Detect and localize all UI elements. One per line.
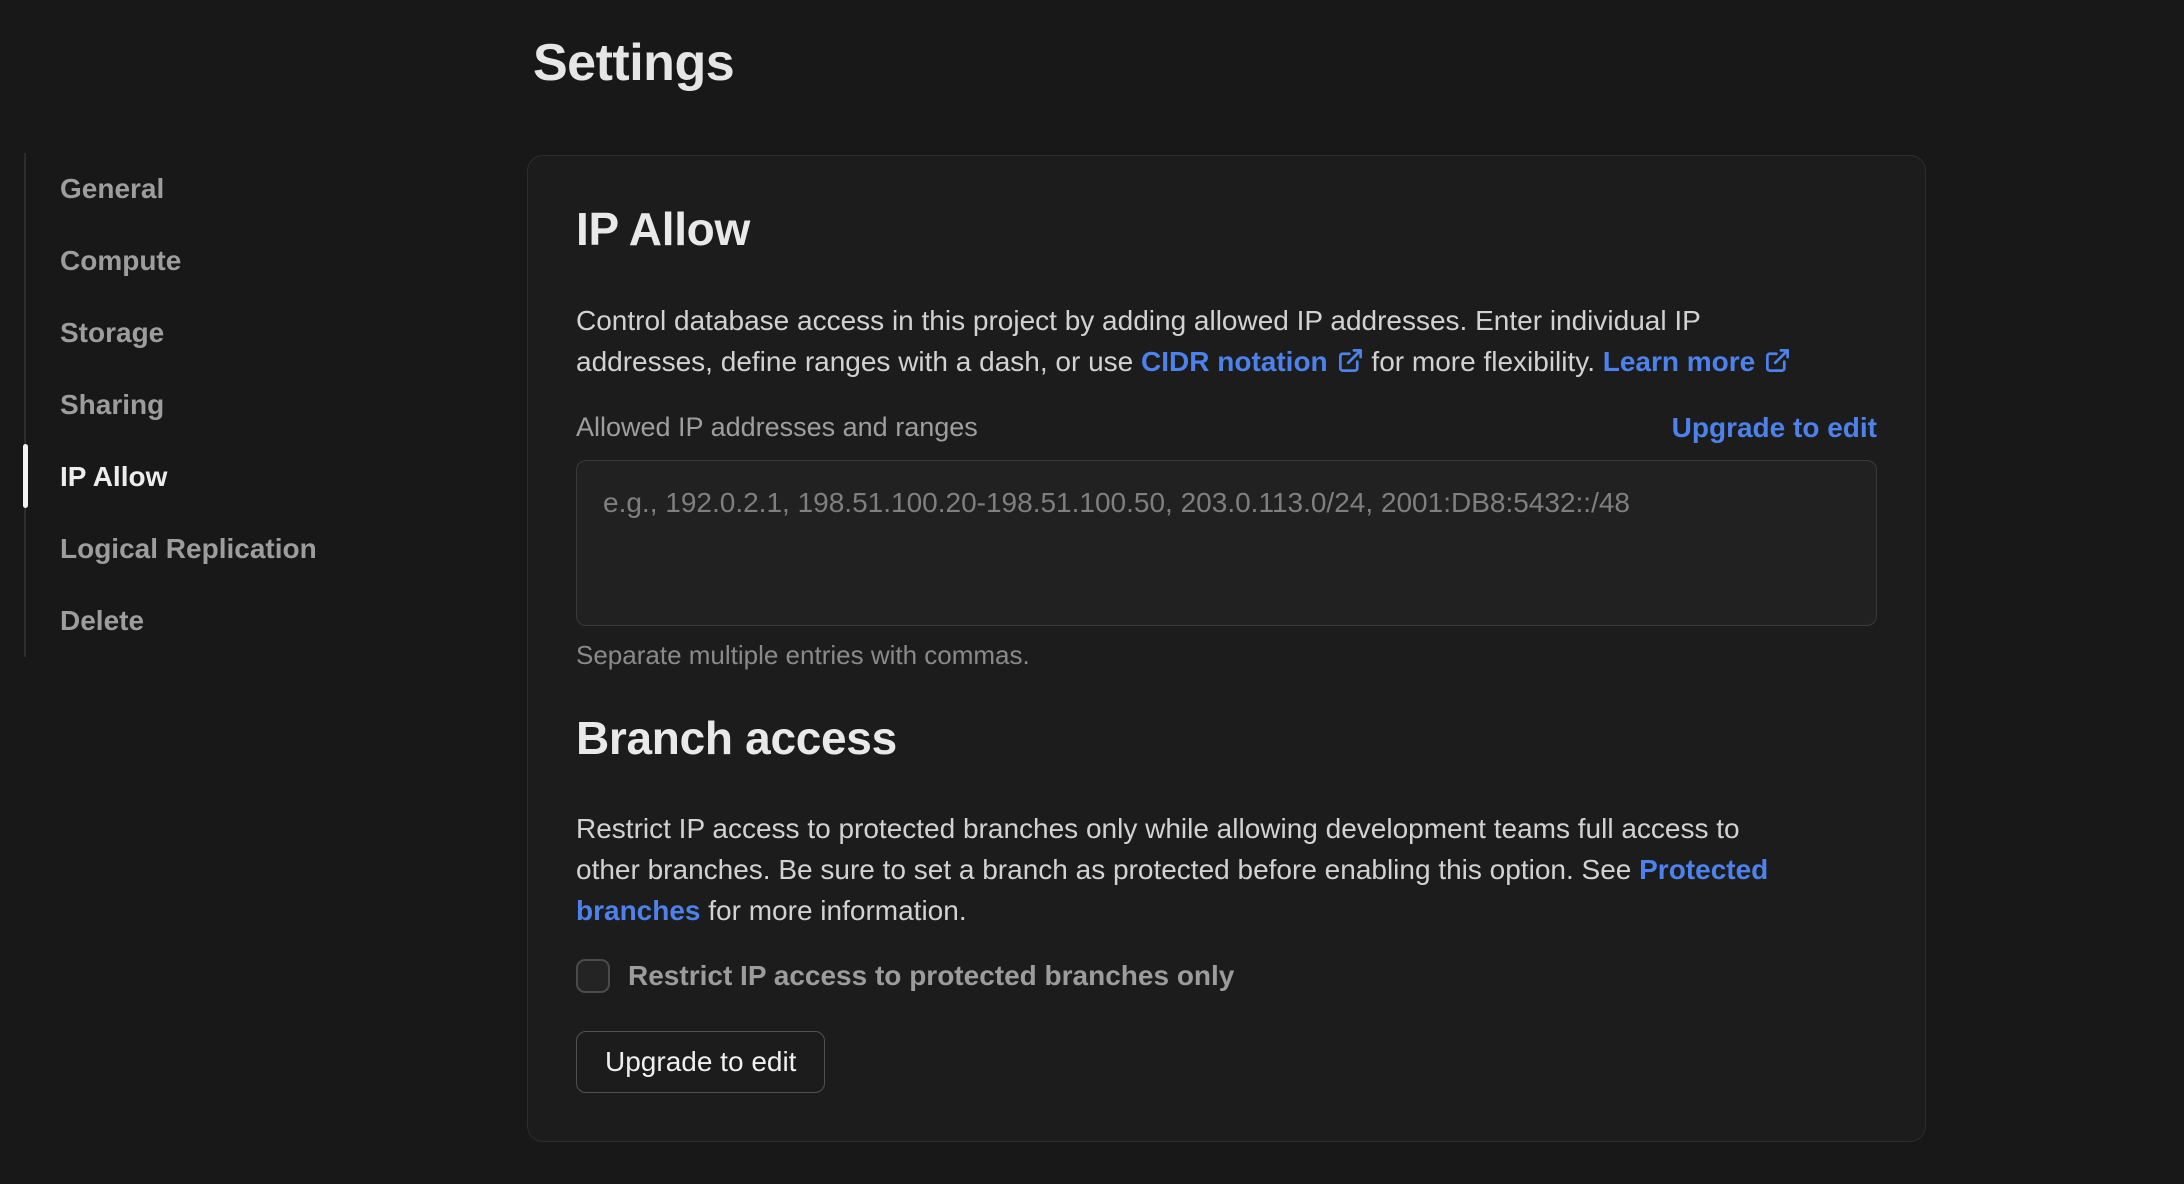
- cidr-notation-link[interactable]: CIDR notation: [1141, 346, 1364, 377]
- paragraph-line: Control database access in this project …: [576, 300, 1877, 341]
- paragraph-line: branches for more information.: [576, 890, 1877, 931]
- upgrade-to-edit-link[interactable]: Upgrade to edit: [1672, 412, 1877, 444]
- paragraph-line: addresses, define ranges with a dash, or…: [576, 341, 1877, 382]
- main-content: Settings IP Allow Control database acces…: [527, 0, 1926, 1184]
- sidebar-item-general[interactable]: General: [26, 153, 527, 225]
- sidebar-item-storage[interactable]: Storage: [26, 297, 527, 369]
- allowed-ips-field-row: Allowed IP addresses and ranges Upgrade …: [576, 412, 1877, 444]
- protected-branches-link[interactable]: Protected: [1639, 854, 1768, 885]
- allowed-ips-label: Allowed IP addresses and ranges: [576, 412, 978, 443]
- text-segment: for more information.: [700, 894, 967, 926]
- page-title: Settings: [533, 34, 735, 92]
- learn-more-link[interactable]: Learn more: [1603, 346, 1792, 377]
- allowed-ips-textarea[interactable]: [576, 459, 1877, 626]
- ip-allow-description: Control database access in this project …: [576, 300, 1877, 382]
- settings-nav: General Compute Storage Sharing IP Allow Logi…: [23, 153, 527, 657]
- button-row: Upgrade to edit: [576, 993, 1877, 1093]
- settings-sidebar: General Compute Storage Sharing IP Allow Logi…: [0, 0, 527, 1184]
- restrict-ip-checkbox[interactable]: [576, 958, 610, 993]
- protected-branches-link[interactable]: branches: [576, 895, 701, 926]
- ip-allow-heading: IP Allow: [576, 203, 750, 256]
- paragraph-line: Restrict IP access to protected branches…: [576, 808, 1877, 849]
- external-link-icon: [1337, 347, 1364, 374]
- restrict-ip-checkbox-label: Restrict IP access to protected branches…: [628, 959, 1235, 991]
- restrict-ip-checkbox-row[interactable]: Restrict IP access to protected branches…: [576, 958, 1877, 993]
- paragraph-line: other branches. Be sure to set a branch …: [576, 849, 1877, 890]
- sidebar-item-ip-allow[interactable]: IP Allow: [23, 441, 527, 513]
- text-segment: Control database access in this project …: [576, 304, 1701, 336]
- ip-allow-card: IP Allow Control database access in this…: [527, 155, 1926, 1142]
- sidebar-item-delete[interactable]: Delete: [26, 585, 527, 657]
- branch-access-heading: Branch access: [576, 711, 897, 764]
- external-link-icon: [1764, 347, 1791, 374]
- sidebar-item-sharing[interactable]: Sharing: [26, 369, 527, 441]
- sidebar-item-compute[interactable]: Compute: [26, 225, 527, 297]
- text-segment: other branches. Be sure to set a branch …: [576, 853, 1640, 885]
- text-segment: for more flexibility.: [1363, 345, 1603, 377]
- textarea-helper-text: Separate multiple entries with commas.: [576, 639, 1030, 670]
- branch-access-description: Restrict IP access to protected branches…: [576, 808, 1877, 931]
- text-segment: Restrict IP access to protected branches…: [576, 812, 1740, 844]
- upgrade-to-edit-button[interactable]: Upgrade to edit: [576, 1030, 826, 1093]
- settings-page: General Compute Storage Sharing IP Allow Logi…: [0, 0, 2184, 1184]
- sidebar-item-logical-replication[interactable]: Logical Replication: [26, 513, 527, 585]
- text-segment: addresses, define ranges with a dash, or…: [576, 345, 1142, 377]
